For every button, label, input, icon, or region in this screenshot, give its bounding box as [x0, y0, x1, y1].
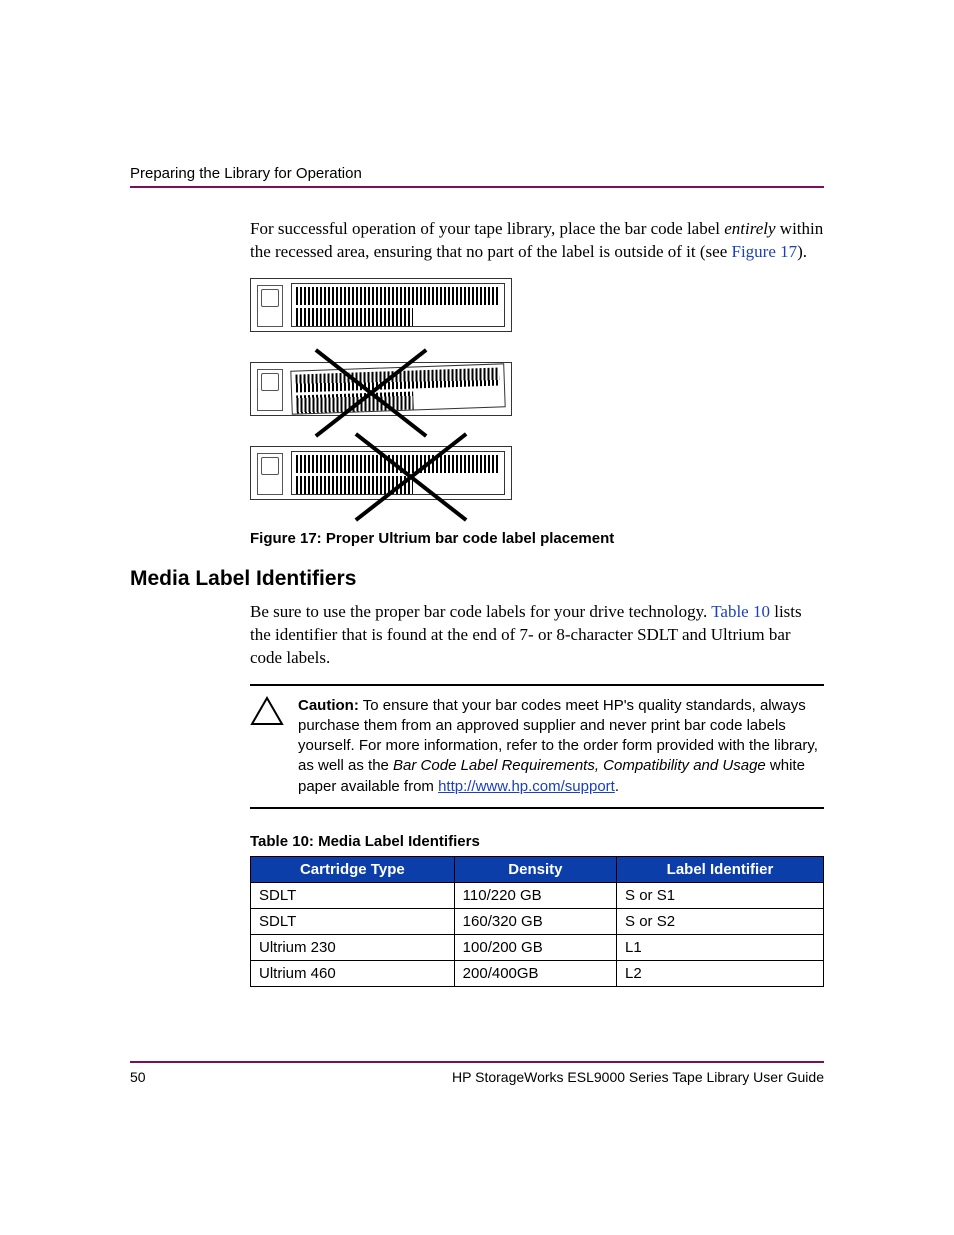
- barcode-line-icon: [296, 287, 500, 305]
- barcode-label-skewed: A B C D E F G: [290, 363, 505, 414]
- intro-text-1: For successful operation of your tape li…: [250, 219, 724, 238]
- caution-triangle-icon: [250, 696, 284, 797]
- cell-type: Ultrium 230: [251, 934, 455, 960]
- cartridge-hub-icon: [257, 453, 283, 495]
- cell-type: Ultrium 460: [251, 960, 455, 986]
- barcode-chars: A B C D E F G: [292, 326, 382, 327]
- cell-density: 100/200 GB: [454, 934, 616, 960]
- col-label-identifier: Label Identifier: [617, 856, 824, 882]
- table-header-row: Cartridge Type Density Label Identifier: [251, 856, 824, 882]
- barcode-chars: A B C D E F G: [292, 494, 382, 495]
- footer-doc-title: HP StorageWorks ESL9000 Series Tape Libr…: [452, 1069, 824, 1085]
- caution-period: .: [615, 778, 619, 795]
- table-caption: Table 10: Media Label Identifiers: [250, 833, 824, 850]
- barcode-label-offset: A B C D E F G: [291, 451, 505, 495]
- caution-doc-title: Bar Code Label Requirements, Compatibili…: [393, 757, 766, 774]
- cell-density: 110/220 GB: [454, 882, 616, 908]
- barcode-line-icon: [296, 308, 413, 326]
- cell-id: L2: [617, 960, 824, 986]
- cell-type: SDLT: [251, 908, 455, 934]
- footer-row: 50 HP StorageWorks ESL9000 Series Tape L…: [130, 1069, 824, 1085]
- table-row: Ultrium 460 200/400GB L2: [251, 960, 824, 986]
- barcode-line-icon: [296, 391, 413, 413]
- cell-id: L1: [617, 934, 824, 960]
- figure-17: A B C D E F G A B C D E F G: [250, 278, 824, 547]
- cartridge-hub-icon: [257, 285, 283, 327]
- cell-id: S or S2: [617, 908, 824, 934]
- col-cartridge-type: Cartridge Type: [251, 856, 455, 882]
- barcode-line-icon: [296, 476, 413, 494]
- section-body: Be sure to use the proper bar code label…: [250, 601, 824, 987]
- footer-rule: [130, 1061, 824, 1063]
- section-paragraph: Be sure to use the proper bar code label…: [250, 601, 824, 670]
- cartridge-hub-icon: [257, 369, 283, 411]
- body-content: For successful operation of your tape li…: [250, 218, 824, 547]
- table-row: Ultrium 230 100/200 GB L1: [251, 934, 824, 960]
- barcode-label-correct: A B C D E F G: [291, 283, 505, 327]
- cartridge-incorrect-offset: A B C D E F G: [250, 446, 512, 500]
- support-url-link[interactable]: http://www.hp.com/support: [438, 778, 615, 795]
- figure-ref-link[interactable]: Figure 17: [732, 242, 798, 261]
- cell-density: 160/320 GB: [454, 908, 616, 934]
- cell-id: S or S1: [617, 882, 824, 908]
- col-density: Density: [454, 856, 616, 882]
- cartridge-correct: A B C D E F G: [250, 278, 512, 332]
- intro-em: entirely: [724, 219, 775, 238]
- media-label-table: Cartridge Type Density Label Identifier …: [250, 856, 824, 987]
- caution-box: Caution: To ensure that your bar codes m…: [250, 684, 824, 809]
- caution-text: Caution: To ensure that your bar codes m…: [298, 696, 824, 797]
- page-footer: 50 HP StorageWorks ESL9000 Series Tape L…: [130, 1061, 824, 1085]
- table-row: SDLT 160/320 GB S or S2: [251, 908, 824, 934]
- table-row: SDLT 110/220 GB S or S1: [251, 882, 824, 908]
- intro-text-3: ).: [797, 242, 807, 261]
- caution-label: Caution:: [298, 697, 359, 714]
- section-text-1: Be sure to use the proper bar code label…: [250, 602, 711, 621]
- figure-caption: Figure 17: Proper Ultrium bar code label…: [250, 530, 824, 547]
- table-ref-link[interactable]: Table 10: [711, 602, 770, 621]
- running-header: Preparing the Library for Operation: [130, 165, 824, 182]
- cell-density: 200/400GB: [454, 960, 616, 986]
- cell-type: SDLT: [251, 882, 455, 908]
- intro-paragraph: For successful operation of your tape li…: [250, 218, 824, 264]
- header-rule: [130, 186, 824, 188]
- page-number: 50: [130, 1069, 146, 1085]
- section-heading: Media Label Identifiers: [130, 567, 824, 591]
- barcode-line-icon: [296, 455, 500, 473]
- page: Preparing the Library for Operation For …: [0, 0, 954, 1235]
- cartridge-incorrect-skew: A B C D E F G: [250, 362, 512, 416]
